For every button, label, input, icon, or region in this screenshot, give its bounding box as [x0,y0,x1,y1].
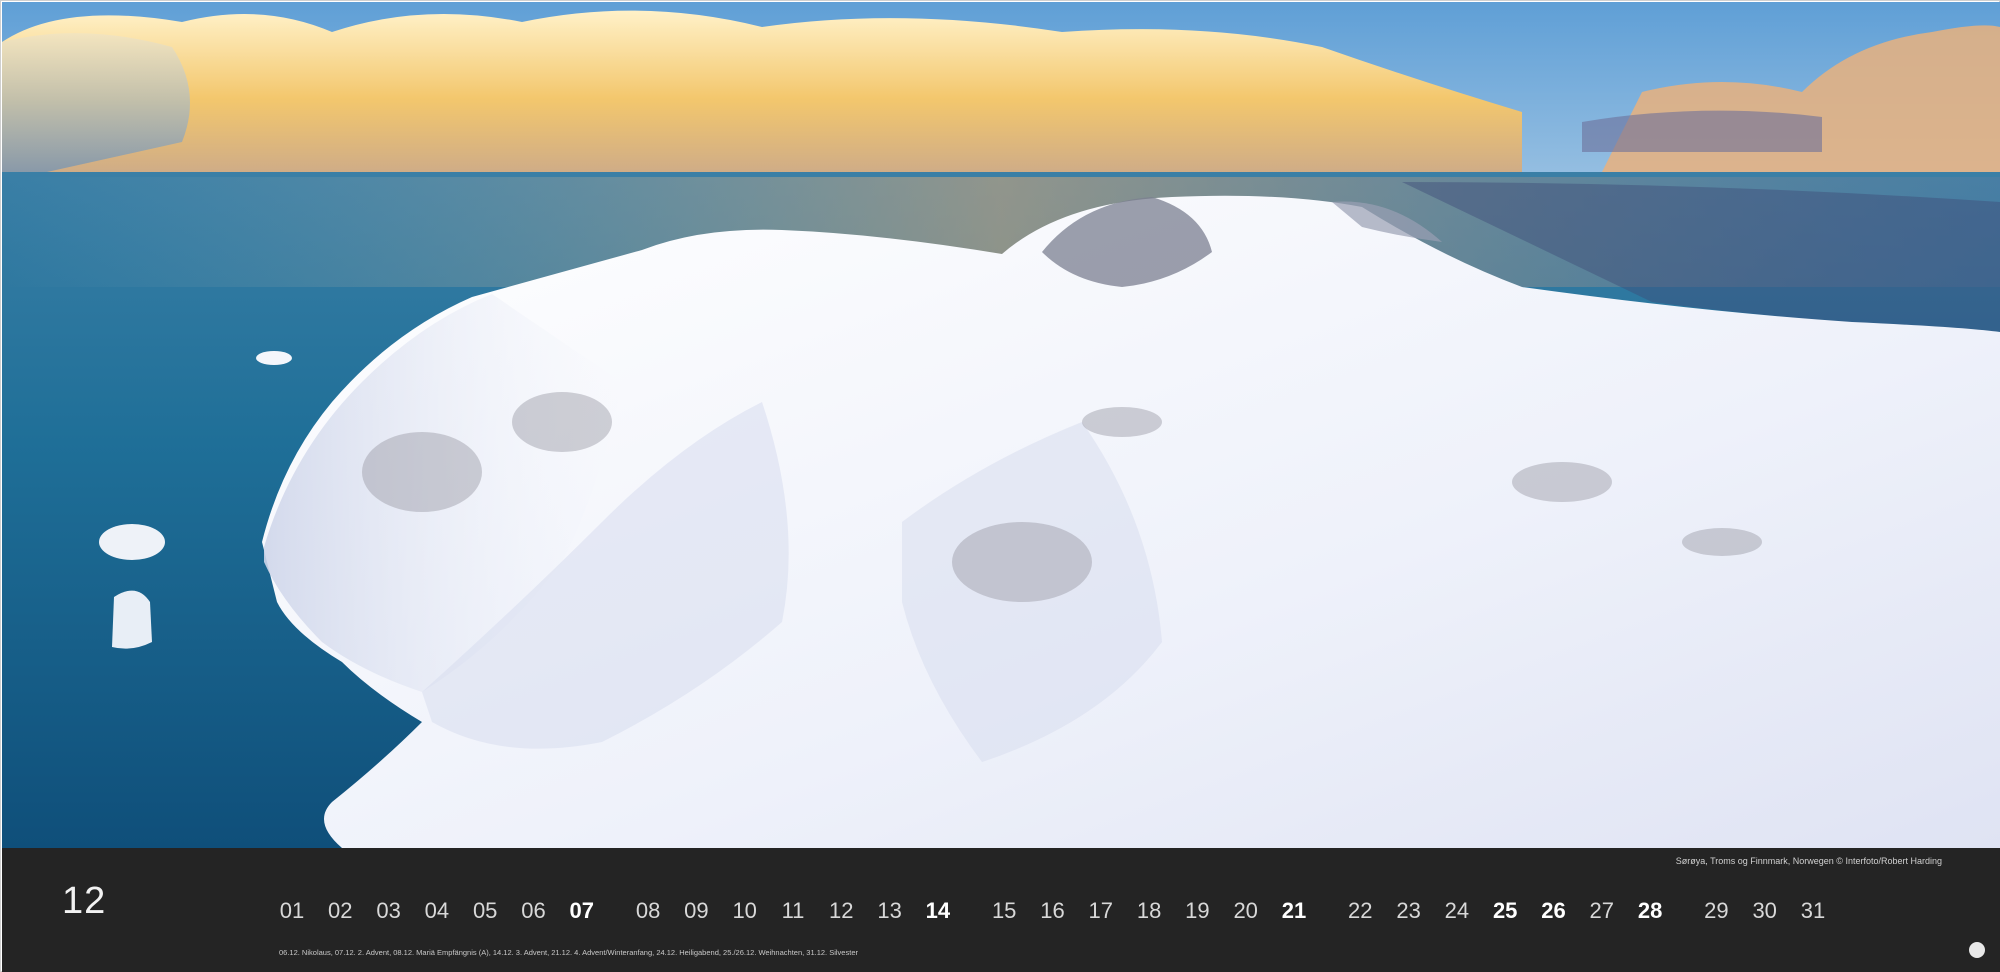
day-01: 01 [279,898,305,923]
day-05: 05 [472,898,498,923]
day-27: 27 [1589,898,1615,923]
calendar-bar: 12 Sørøya, Troms og Finnmark, Norwegen ©… [2,848,2000,972]
day-26: 26 [1541,898,1566,923]
day-11: 11 [781,898,805,923]
day-16: 16 [1040,898,1065,923]
day-08: 08 [635,898,661,923]
page-dot-icon [1969,942,1985,958]
day-07: 07 [569,898,595,923]
day-19: 19 [1185,898,1210,923]
day-06: 06 [521,898,546,923]
day-25: 25 [1492,898,1518,923]
day-31: 31 [1800,898,1826,923]
month-number: 12 [62,880,107,922]
day-28: 28 [1637,898,1663,923]
day-15: 15 [991,898,1017,923]
photo-credit: Sørøya, Troms og Finnmark, Norwegen © In… [1675,856,1942,866]
day-17: 17 [1088,898,1114,923]
day-29: 29 [1704,898,1729,923]
day-03: 03 [376,898,401,923]
holidays-note: 06.12. Nikolaus, 07.12. 2. Advent, 08.12… [279,948,858,957]
day-09: 09 [684,898,709,923]
day-23: 23 [1396,898,1421,923]
day-14: 14 [925,898,951,923]
landscape-photo [2,2,2000,848]
day-20: 20 [1233,898,1258,923]
day-04: 04 [424,898,450,923]
calendar-page: 12 Sørøya, Troms og Finnmark, Norwegen ©… [0,0,2000,972]
day-30: 30 [1752,898,1777,923]
day-12: 12 [829,898,854,923]
day-18: 18 [1136,898,1162,923]
day-24: 24 [1444,898,1470,923]
day-13: 13 [877,898,902,923]
day-21: 21 [1281,898,1307,923]
day-22: 22 [1348,898,1373,923]
day-02: 02 [328,898,353,923]
day-10: 10 [732,898,757,923]
